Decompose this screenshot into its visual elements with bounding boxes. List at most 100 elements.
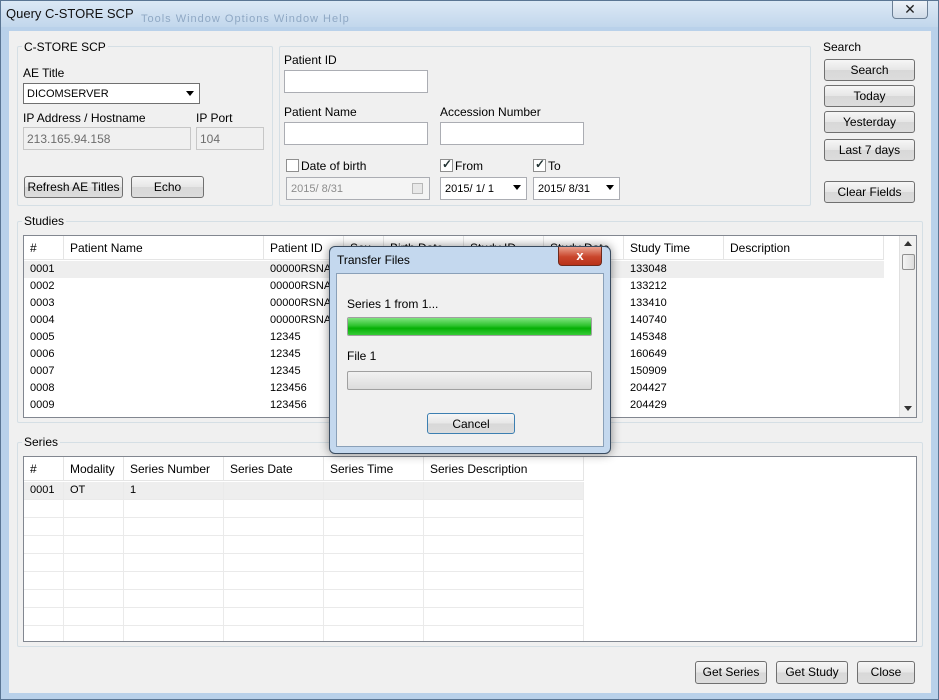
scroll-thumb[interactable] bbox=[902, 254, 915, 270]
table-cell bbox=[24, 590, 64, 608]
table-cell: 140740 bbox=[630, 314, 667, 326]
table-cell bbox=[64, 554, 124, 572]
ae-title-label: AE Title bbox=[23, 66, 65, 80]
table-cell bbox=[424, 518, 584, 536]
table-cell bbox=[64, 518, 124, 536]
series-col-description[interactable]: Series Description bbox=[424, 457, 584, 481]
table-cell bbox=[724, 397, 884, 414]
close-button[interactable]: Close bbox=[857, 661, 915, 684]
table-cell bbox=[64, 397, 264, 414]
dob-checkbox[interactable] bbox=[286, 159, 299, 172]
scroll-down-icon[interactable] bbox=[904, 406, 912, 411]
studies-col-patient-name[interactable]: Patient Name bbox=[64, 236, 264, 260]
table-cell bbox=[324, 518, 424, 536]
table-cell: 0001 bbox=[30, 263, 55, 275]
cancel-button[interactable]: Cancel bbox=[427, 413, 515, 434]
table-cell bbox=[424, 482, 584, 500]
from-date-picker[interactable]: 2015/ 1/ 1 bbox=[440, 177, 527, 200]
table-cell bbox=[724, 295, 884, 312]
table-cell bbox=[724, 278, 884, 295]
table-cell: 0002 bbox=[30, 280, 55, 292]
table-cell bbox=[64, 346, 264, 363]
studies-col-num[interactable]: # bbox=[24, 236, 64, 260]
calendar-icon bbox=[412, 183, 423, 194]
patient-name-input[interactable] bbox=[284, 122, 428, 145]
dob-label: Date of birth bbox=[301, 159, 367, 173]
table-cell bbox=[24, 500, 64, 518]
patient-id-input[interactable] bbox=[284, 70, 428, 93]
studies-scrollbar[interactable] bbox=[899, 236, 916, 417]
window-title: Query C-STORE SCP bbox=[6, 6, 134, 21]
series-header: # Modality Series Number Series Date Ser… bbox=[24, 457, 584, 481]
table-cell bbox=[64, 295, 264, 312]
from-date-value: 2015/ 1/ 1 bbox=[445, 183, 494, 195]
studies-label: Studies bbox=[22, 214, 67, 228]
refresh-ae-titles-button[interactable]: Refresh AE Titles bbox=[24, 176, 123, 198]
table-cell: 160649 bbox=[630, 348, 667, 360]
series-label: Series bbox=[22, 435, 61, 449]
table-cell bbox=[224, 536, 324, 554]
ae-title-value: DICOMSERVER bbox=[27, 88, 109, 100]
table-cell bbox=[724, 329, 884, 346]
from-checkbox[interactable] bbox=[440, 157, 453, 172]
table-cell bbox=[424, 608, 584, 626]
studies-col-description[interactable]: Description bbox=[724, 236, 884, 260]
table-cell bbox=[424, 572, 584, 590]
table-cell bbox=[424, 590, 584, 608]
table-cell bbox=[124, 590, 224, 608]
to-checkbox[interactable] bbox=[533, 157, 546, 172]
table-cell bbox=[224, 590, 324, 608]
table-cell bbox=[64, 278, 264, 295]
table-cell bbox=[24, 626, 64, 641]
table-row[interactable]: 0001 OT 1 bbox=[24, 482, 584, 500]
ip-field[interactable]: 213.165.94.158 bbox=[23, 127, 191, 150]
table-cell bbox=[724, 312, 884, 329]
table-cell bbox=[424, 554, 584, 572]
table-cell: 0008 bbox=[30, 382, 55, 394]
table-cell bbox=[124, 626, 224, 641]
to-date-picker[interactable]: 2015/ 8/31 bbox=[533, 177, 620, 200]
table-cell: 0003 bbox=[30, 297, 55, 309]
table-cell bbox=[124, 572, 224, 590]
table-cell bbox=[724, 261, 884, 278]
table-cell bbox=[24, 572, 64, 590]
table-cell bbox=[24, 554, 64, 572]
get-study-button[interactable]: Get Study bbox=[776, 661, 848, 684]
table-cell bbox=[224, 608, 324, 626]
dialog-close-button[interactable]: x bbox=[558, 247, 602, 266]
get-series-button[interactable]: Get Series bbox=[695, 661, 767, 684]
search-button[interactable]: Search bbox=[824, 59, 915, 81]
table-cell bbox=[424, 500, 584, 518]
patient-id-label: Patient ID bbox=[284, 53, 337, 67]
series-col-time[interactable]: Series Time bbox=[324, 457, 424, 481]
yesterday-button[interactable]: Yesterday bbox=[824, 111, 915, 133]
dob-date-picker[interactable]: 2015/ 8/31 bbox=[286, 177, 430, 200]
last-7-days-button[interactable]: Last 7 days bbox=[824, 139, 915, 161]
series-col-number[interactable]: Series Number bbox=[124, 457, 224, 481]
series-col-modality[interactable]: Modality bbox=[64, 457, 124, 481]
studies-col-study-time[interactable]: Study Time bbox=[624, 236, 724, 260]
scp-group-label: C-STORE SCP bbox=[22, 40, 108, 54]
table-cell: 133212 bbox=[630, 280, 667, 292]
table-cell: 0007 bbox=[30, 365, 55, 377]
port-field[interactable]: 104 bbox=[196, 127, 264, 150]
today-button[interactable]: Today bbox=[824, 85, 915, 107]
series-col-num[interactable]: # bbox=[24, 457, 64, 481]
ae-title-dropdown[interactable]: DICOMSERVER bbox=[23, 83, 200, 104]
table-cell bbox=[64, 626, 124, 641]
table-cell: 0004 bbox=[30, 314, 55, 326]
series-col-date[interactable]: Series Date bbox=[224, 457, 324, 481]
table-cell bbox=[224, 500, 324, 518]
empty-row bbox=[24, 554, 584, 572]
series-table[interactable]: # Modality Series Number Series Date Ser… bbox=[23, 456, 917, 642]
table-cell bbox=[724, 380, 884, 397]
scroll-up-icon[interactable] bbox=[904, 241, 912, 246]
table-cell: 204429 bbox=[630, 399, 667, 411]
table-cell bbox=[124, 536, 224, 554]
table-cell: 0001 bbox=[24, 482, 64, 500]
echo-button[interactable]: Echo bbox=[131, 176, 204, 198]
table-cell: 145348 bbox=[630, 331, 667, 343]
window-close-button[interactable]: ✕ bbox=[892, 1, 928, 19]
accession-input[interactable] bbox=[440, 122, 584, 145]
clear-fields-button[interactable]: Clear Fields bbox=[824, 181, 915, 203]
